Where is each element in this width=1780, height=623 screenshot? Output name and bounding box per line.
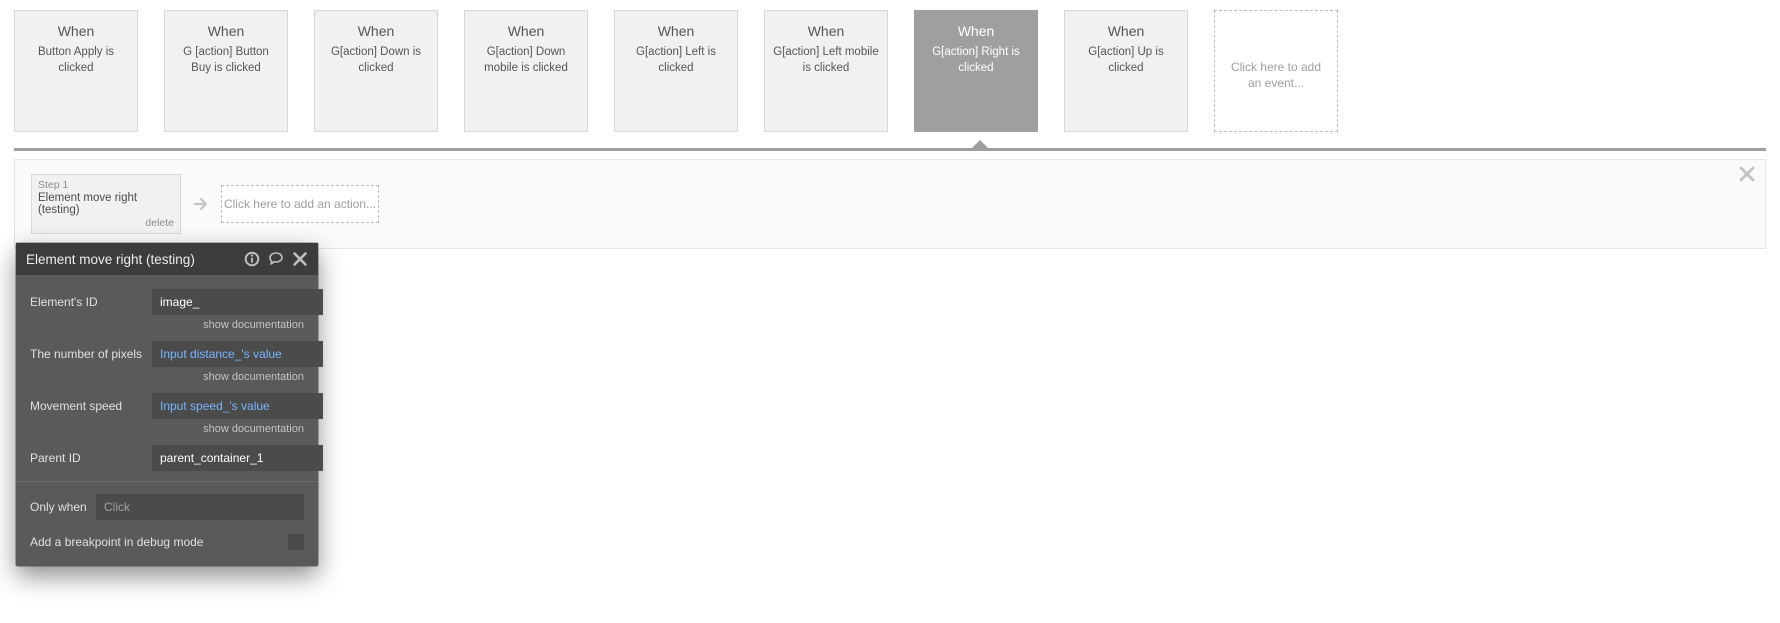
workflow-strip: Step 1 Element move right (testing) dele… <box>14 159 1766 249</box>
event-title: When <box>773 23 879 39</box>
panel-title: Element move right (testing) <box>26 252 236 267</box>
events-divider <box>14 148 1766 151</box>
event-card[interactable]: When G[action] Left is clicked <box>614 10 738 132</box>
element-id-input[interactable] <box>152 289 323 315</box>
field-label-speed: Movement speed <box>30 399 152 413</box>
add-event-label: Click here to add an event... <box>1223 59 1329 91</box>
event-card-selected[interactable]: When G[action] Right is clicked <box>914 10 1038 132</box>
event-title: When <box>923 23 1029 39</box>
event-desc: G[action] Right is clicked <box>923 45 1029 76</box>
event-card[interactable]: When G[action] Up is clicked <box>1064 10 1188 132</box>
event-desc: G[action] Down is clicked <box>323 45 429 76</box>
add-action-card[interactable]: Click here to add an action... <box>221 185 379 223</box>
event-title: When <box>173 23 279 39</box>
breakpoint-label: Add a breakpoint in debug mode <box>30 535 203 549</box>
pixels-input[interactable] <box>152 341 323 367</box>
action-properties-panel: Element move right (testing) Element's I… <box>16 243 318 566</box>
panel-header[interactable]: Element move right (testing) <box>16 243 318 275</box>
event-card[interactable]: When G[action] Left mobile is clicked <box>764 10 888 132</box>
event-desc: G[action] Up is clicked <box>1073 45 1179 76</box>
field-label-element-id: Element's ID <box>30 295 152 309</box>
field-label-parent-id: Parent ID <box>30 451 152 465</box>
show-documentation-link[interactable]: show documentation <box>30 319 304 331</box>
show-documentation-link[interactable]: show documentation <box>30 423 304 435</box>
panel-separator <box>16 481 318 482</box>
event-title: When <box>323 23 429 39</box>
close-panel-button[interactable] <box>292 251 308 267</box>
event-desc: G [action] Button Buy is clicked <box>173 45 279 76</box>
event-title: When <box>23 23 129 39</box>
selected-event-pointer-icon <box>970 140 990 150</box>
event-desc: G[action] Down mobile is clicked <box>473 45 579 76</box>
step-delete-link[interactable]: delete <box>38 217 174 229</box>
step-title: Element move right (testing) <box>38 192 174 216</box>
event-desc: Button Apply is clicked <box>23 45 129 76</box>
parent-id-input[interactable] <box>152 445 323 471</box>
only-when-input[interactable] <box>96 494 304 520</box>
event-title: When <box>1073 23 1179 39</box>
workflow-step-card[interactable]: Step 1 Element move right (testing) dele… <box>31 174 181 234</box>
event-card[interactable]: When G[action] Down is clicked <box>314 10 438 132</box>
events-row: When Button Apply is clicked When G [act… <box>0 0 1780 148</box>
add-event-card[interactable]: Click here to add an event... <box>1214 10 1338 132</box>
comment-icon[interactable] <box>268 251 284 267</box>
show-documentation-link[interactable]: show documentation <box>30 371 304 383</box>
breakpoint-checkbox[interactable] <box>288 534 304 550</box>
add-action-label: Click here to add an action... <box>224 197 376 211</box>
close-workflow-button[interactable] <box>1739 166 1755 182</box>
close-icon <box>1739 166 1755 182</box>
speed-input[interactable] <box>152 393 323 419</box>
arrow-right-icon <box>191 196 211 212</box>
event-desc: G[action] Left mobile is clicked <box>773 45 879 76</box>
event-title: When <box>623 23 729 39</box>
event-desc: G[action] Left is clicked <box>623 45 729 76</box>
event-title: When <box>473 23 579 39</box>
event-card[interactable]: When Button Apply is clicked <box>14 10 138 132</box>
info-icon[interactable] <box>244 251 260 267</box>
step-number: Step 1 <box>38 179 174 191</box>
field-label-pixels: The number of pixels <box>30 347 152 361</box>
event-card[interactable]: When G [action] Button Buy is clicked <box>164 10 288 132</box>
event-card[interactable]: When G[action] Down mobile is clicked <box>464 10 588 132</box>
field-label-only-when: Only when <box>30 500 96 514</box>
